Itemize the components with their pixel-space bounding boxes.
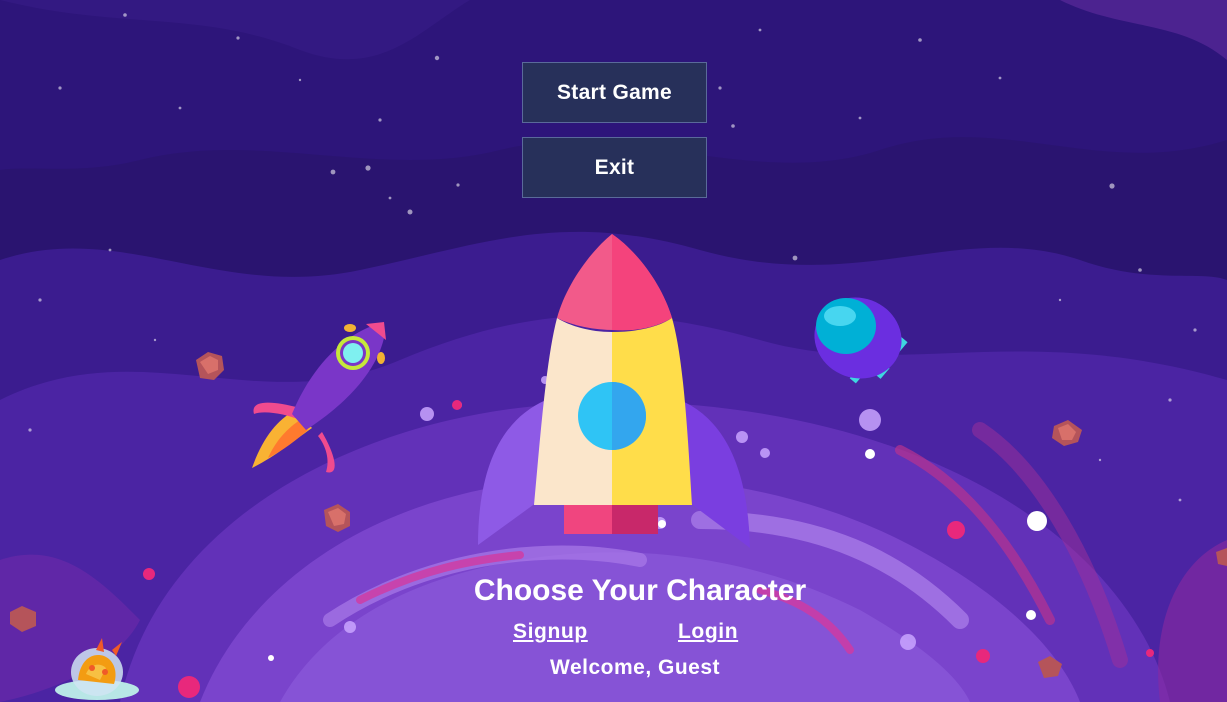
choose-character-title: Choose Your Character — [473, 574, 807, 607]
exit-button[interactable]: Exit — [522, 137, 707, 198]
welcome-text: Welcome, Guest — [550, 656, 720, 679]
start-game-button[interactable]: Start Game — [522, 62, 707, 123]
login-link[interactable]: Login — [678, 620, 738, 644]
signup-link[interactable]: Signup — [513, 620, 588, 644]
